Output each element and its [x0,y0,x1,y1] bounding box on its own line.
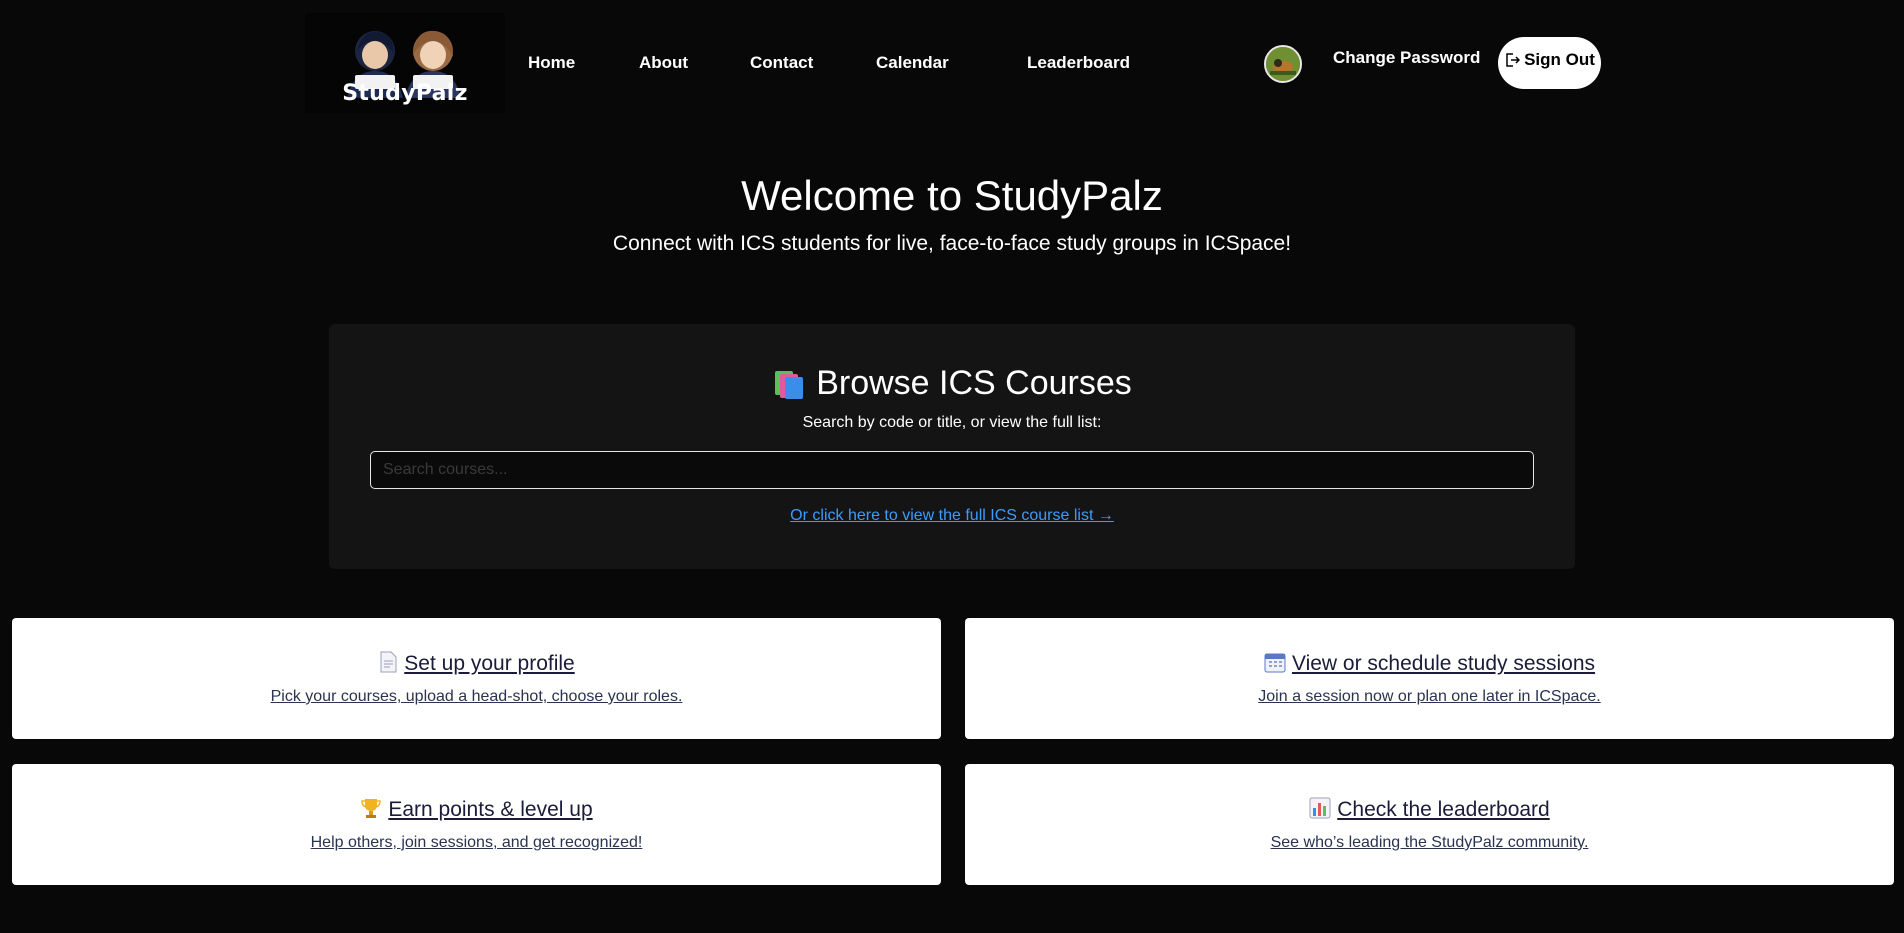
card-title: Earn points & level up [12,797,941,822]
change-password-link[interactable]: Change Password [1333,48,1480,68]
card-description: Pick your courses, upload a head-shot, c… [270,688,683,705]
page-title: Welcome to StudyPalz [741,172,1163,219]
nav-contact-link[interactable]: Contact [750,53,813,73]
card-title-text: Set up your profile [404,652,575,675]
card-title-text: View or schedule study sessions [1291,652,1596,675]
nav-calendar-link[interactable]: Calendar [876,53,949,73]
browse-title-text: Browse ICS Courses [816,364,1132,402]
card-description: Help others, join sessions, and get reco… [310,834,643,851]
page-subtitle: Connect with ICS students for live, face… [612,232,1292,255]
card-description: Join a session now or plan one later in … [1258,688,1601,705]
calendar-icon [1264,653,1286,673]
check-leaderboard-card[interactable]: Check the leaderboard See who’s leading … [965,764,1894,885]
course-search-input[interactable] [370,451,1534,489]
sign-out-label: Sign Out [1524,50,1595,69]
sign-out-icon [1506,53,1521,67]
full-course-list-link-row: Or click here to view the full ICS cours… [329,507,1575,525]
browse-subtitle: Search by code or title, or view the ful… [802,414,1102,431]
card-title: Check the leaderboard [965,797,1894,822]
study-sessions-card[interactable]: View or schedule study sessions Join a s… [965,618,1894,739]
document-icon [380,651,397,673]
trophy-icon [361,799,382,818]
browse-title: Browse ICS Courses [329,364,1575,403]
studypalz-logo[interactable]: StudyPalz [305,13,505,113]
card-title: View or schedule study sessions [965,651,1894,676]
logo-text: StudyPalz [342,81,468,106]
nav-about-link[interactable]: About [639,53,688,73]
setup-profile-card[interactable]: Set up your profile Pick your courses, u… [12,618,941,739]
browse-courses-panel: Browse ICS Courses Search by code or tit… [329,324,1575,569]
sign-out-button[interactable]: Sign Out [1498,37,1601,89]
card-description: See who’s leading the StudyPalz communit… [1270,834,1589,851]
avatar-image-icon [1266,47,1300,81]
full-course-list-link[interactable]: Or click here to view the full ICS cours… [790,507,1114,524]
books-icon [775,370,804,399]
earn-points-card[interactable]: Earn points & level up Help others, join… [12,764,941,885]
card-title: Set up your profile [12,651,941,676]
bar-chart-icon [1309,797,1331,819]
card-title-text: Earn points & level up [388,798,593,821]
user-avatar[interactable] [1264,45,1302,83]
nav-home-link[interactable]: Home [528,53,575,73]
nav-leaderboard-link[interactable]: Leaderboard [1027,53,1130,73]
card-title-text: Check the leaderboard [1337,798,1550,821]
